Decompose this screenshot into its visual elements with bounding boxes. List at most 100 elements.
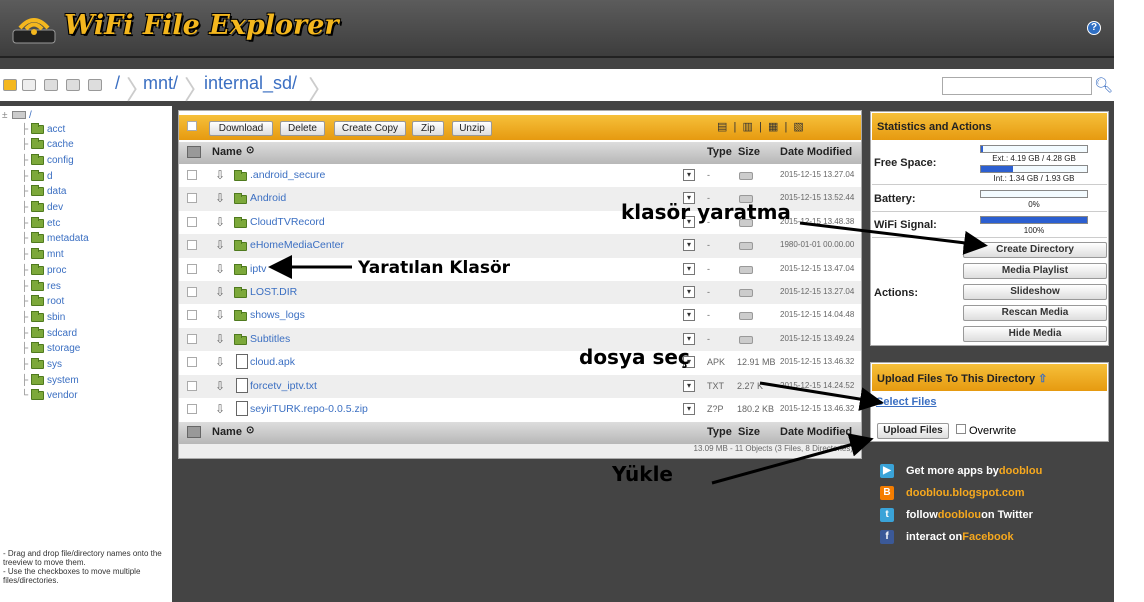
row-menu-dropdown[interactable]: ▾ (683, 239, 695, 252)
select-all-checkbox[interactable] (187, 121, 197, 131)
file-row[interactable]: ⇩ shows_logs ▾ - 2015-12-15 14.04.48 (179, 304, 861, 327)
breadcrumb-mnt[interactable]: mnt/ (143, 73, 178, 94)
file-row[interactable]: ⇩ eHomeMediaCenter ▾ - 1980-01-01 00.00.00 (179, 234, 861, 258)
file-name[interactable]: iptv (250, 263, 266, 275)
row-checkbox[interactable] (187, 310, 197, 321)
unzip-button[interactable]: Unzip (452, 121, 492, 136)
social-link[interactable]: t follow dooblou on Twitter (880, 508, 1033, 522)
file-row[interactable]: ⇩ iptv ▾ - 2015-12-15 13.47.04 (179, 258, 861, 281)
create-directory-button[interactable]: Create Directory (963, 242, 1107, 258)
social-link[interactable]: ▶ Get more apps by dooblou (880, 464, 1042, 478)
row-checkbox[interactable] (187, 287, 197, 297)
file-row[interactable]: ⇩ .android_secure ▾ - 2015-12-15 13.27.04 (179, 164, 861, 187)
download-arrow-icon[interactable]: ⇩ (215, 191, 225, 205)
type-column-header[interactable]: Type (707, 426, 732, 438)
tree-item-mnt[interactable]: ├ mnt (21, 248, 64, 262)
file-row[interactable]: ⇩ Subtitles ▾ - 2015-12-15 13.49.24 (179, 327, 861, 352)
file-name[interactable]: LOST.DIR (250, 286, 297, 298)
row-menu-dropdown[interactable]: ▾ (683, 262, 695, 275)
row-checkbox[interactable] (187, 263, 197, 274)
folder-view-icon[interactable] (3, 79, 17, 91)
date-column-header[interactable]: Date Modified (780, 146, 852, 158)
video-view-icon[interactable] (66, 79, 80, 91)
tree-item-config[interactable]: ├ config (21, 153, 74, 167)
file-name[interactable]: cloud.apk (250, 356, 295, 368)
tree-item-proc[interactable]: ├ proc (21, 263, 66, 277)
size-column-header[interactable]: Size (738, 426, 760, 438)
file-name[interactable]: .android_secure (250, 169, 325, 181)
hide-media-button[interactable]: Hide Media (963, 326, 1107, 342)
tree-item-metadata[interactable]: ├ metadata (21, 232, 89, 246)
media-playlist-button[interactable]: Media Playlist (963, 263, 1107, 279)
tree-item-d[interactable]: ├ d (21, 169, 53, 183)
file-row[interactable]: ⇩ LOST.DIR ▾ - 2015-12-15 13.27.04 (179, 281, 861, 305)
tree-item-sys[interactable]: ├ sys (21, 358, 62, 372)
download-arrow-icon[interactable]: ⇩ (215, 238, 225, 252)
tree-item-sdcard[interactable]: ├ sdcard (21, 326, 77, 340)
file-name[interactable]: Subtitles (250, 333, 290, 345)
row-menu-dropdown[interactable]: ▾ (683, 286, 695, 298)
image-view-icon[interactable] (88, 79, 102, 91)
breadcrumb-root[interactable]: / (115, 73, 120, 94)
tree-root[interactable]: ± / (2, 108, 32, 122)
row-checkbox[interactable] (187, 240, 197, 251)
tree-item-etc[interactable]: ├ etc (21, 216, 60, 230)
music-view-icon[interactable] (44, 79, 58, 91)
tree-item-acct[interactable]: ├ acct (21, 122, 65, 136)
document-view-icon[interactable] (22, 79, 36, 91)
download-arrow-icon[interactable]: ⇩ (215, 168, 225, 182)
row-menu-dropdown[interactable]: ▾ (683, 379, 695, 392)
sort-icon[interactable]: ⊙ (246, 425, 254, 436)
file-row[interactable]: ⇩ forcetv_iptv.txt ▾ TXT 2.27 K 2015-12-15 14… (179, 374, 861, 398)
download-button[interactable]: Download (209, 121, 273, 136)
name-column-header[interactable]: Name (212, 146, 242, 158)
size-column-header[interactable]: Size (738, 146, 760, 158)
create-copy-button[interactable]: Create Copy (334, 121, 406, 136)
tree-item-system[interactable]: ├ system (21, 373, 79, 387)
rescan-media-button[interactable]: Rescan Media (963, 305, 1107, 321)
row-checkbox[interactable] (187, 193, 197, 204)
delete-button[interactable]: Delete (280, 121, 325, 136)
file-name[interactable]: seyirTURK.repo-0.0.5.zip (250, 403, 368, 415)
row-checkbox[interactable] (187, 380, 197, 391)
tree-item-dev[interactable]: ├ dev (21, 201, 63, 215)
download-arrow-icon[interactable]: ⇩ (215, 215, 225, 229)
row-checkbox[interactable] (187, 404, 197, 414)
social-link[interactable]: Bdooblou.blogspot.com (880, 486, 1025, 500)
download-arrow-icon[interactable]: ⇩ (215, 402, 225, 416)
slideshow-button[interactable]: Slideshow (963, 284, 1107, 300)
tree-item-storage[interactable]: ├ storage (21, 342, 80, 356)
file-name[interactable]: CloudTVRecord (250, 216, 325, 228)
scrollbar[interactable] (1114, 0, 1144, 602)
row-checkbox[interactable] (187, 216, 197, 227)
search-input[interactable] (942, 77, 1092, 95)
download-arrow-icon[interactable]: ⇩ (215, 285, 225, 299)
select-files-link[interactable]: Select Files (876, 396, 937, 408)
download-arrow-icon[interactable]: ⇩ (215, 308, 225, 322)
file-row[interactable]: ⇩ cloud.apk ▾ APK 12.91 MB 2015-12-15 13.46.3… (179, 351, 861, 374)
zip-button[interactable]: Zip (412, 121, 444, 136)
download-arrow-icon[interactable]: ⇩ (215, 332, 225, 346)
overwrite-checkbox[interactable] (956, 424, 966, 434)
file-name[interactable]: shows_logs (250, 309, 305, 321)
social-link[interactable]: f interact on Facebook (880, 530, 1014, 544)
row-checkbox[interactable] (187, 170, 197, 180)
file-row[interactable]: ⇩ seyirTURK.repo-0.0.5.zip ▾ Z?P 180.2 KB 201… (179, 398, 861, 421)
file-name[interactable]: eHomeMediaCenter (250, 239, 344, 251)
help-icon[interactable]: ? (1087, 21, 1101, 35)
download-arrow-icon[interactable]: ⇩ (215, 262, 225, 276)
search-icon[interactable]: 🔍︎ (1094, 76, 1113, 94)
tree-item-vendor[interactable]: └ vendor (21, 389, 78, 403)
download-arrow-icon[interactable]: ⇩ (215, 379, 225, 393)
row-menu-dropdown[interactable]: ▾ (683, 169, 695, 181)
row-menu-dropdown[interactable]: ▾ (683, 332, 695, 345)
download-arrow-icon[interactable]: ⇩ (215, 355, 225, 369)
row-checkbox[interactable] (187, 357, 197, 368)
view-toggle-icons[interactable]: ▤ | ▥ | ▦ | ▧ (717, 120, 804, 133)
tree-item-sbin[interactable]: ├ sbin (21, 310, 65, 324)
tree-item-res[interactable]: ├ res (21, 279, 61, 293)
row-menu-dropdown[interactable]: ▾ (683, 309, 695, 322)
file-name[interactable]: forcetv_iptv.txt (250, 380, 317, 392)
type-column-header[interactable]: Type (707, 146, 732, 158)
row-checkbox[interactable] (187, 333, 197, 344)
